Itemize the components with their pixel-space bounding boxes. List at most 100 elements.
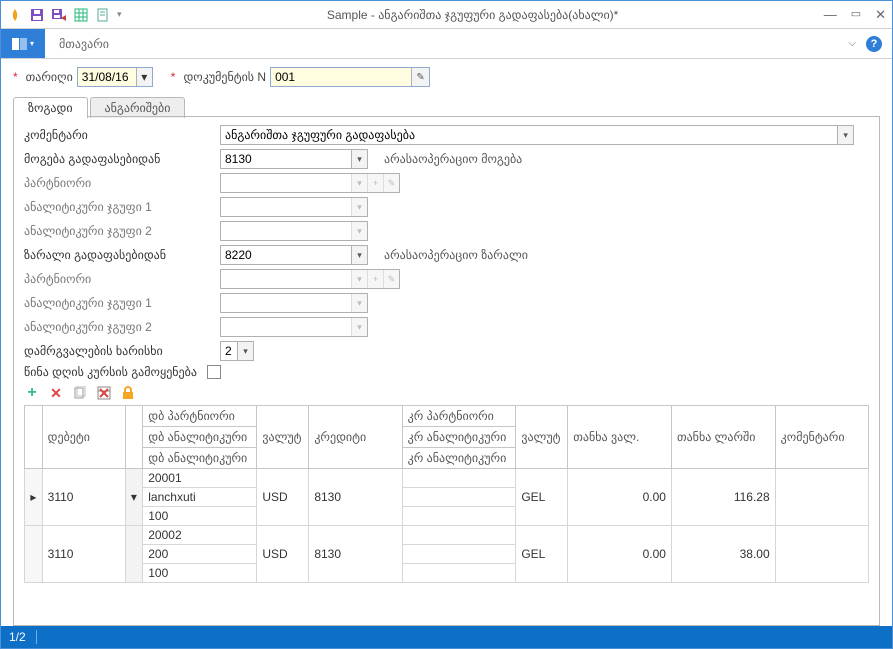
chevron-down-icon[interactable]: ▾ — [237, 342, 253, 360]
tab-accounts[interactable]: ანგარიშები — [90, 97, 186, 118]
round-input[interactable] — [221, 344, 237, 358]
ribbon-collapse-icon[interactable]: ⌵ — [848, 38, 856, 49]
date-label: თარიღი — [26, 70, 73, 84]
cell-cur2[interactable]: GEL — [516, 469, 568, 526]
cell-credit[interactable]: 8130 — [309, 469, 402, 526]
save-icon[interactable] — [29, 7, 45, 23]
chevron-down-icon: ▾ — [351, 174, 367, 192]
ribbon-bar: ▾ მთავარი ⌵ ? — [1, 29, 892, 59]
col-cr-an1[interactable]: კრ ანალიტიკური — [402, 427, 516, 448]
col-cr-an2[interactable]: კრ ანალიტიკური — [402, 448, 516, 469]
copy-row-icon[interactable] — [72, 385, 88, 401]
cell-cr-partner[interactable] — [402, 469, 516, 488]
cell-amount-gel[interactable]: 116.28 — [671, 469, 775, 526]
loss-account-field[interactable]: ▾ — [220, 245, 368, 265]
col-credit[interactable]: კრედიტი — [309, 406, 402, 469]
loss-account-input[interactable] — [221, 248, 351, 262]
cell-cur1[interactable]: USD — [257, 469, 309, 526]
lock-icon[interactable] — [120, 385, 136, 401]
ribbon-tab-main[interactable]: მთავარი — [45, 37, 123, 51]
cell-cr-an1[interactable] — [402, 488, 516, 507]
cell-cr-partner[interactable] — [402, 526, 516, 545]
minimize-button[interactable]: — — [824, 7, 837, 23]
col-selector — [25, 406, 43, 469]
partner2-label: პარტნიორი — [24, 272, 210, 286]
date-input[interactable] — [78, 70, 136, 84]
document-icon[interactable] — [95, 7, 111, 23]
wand-icon[interactable]: ✎ — [411, 68, 429, 86]
save-close-icon[interactable] — [51, 7, 67, 23]
chevron-down-icon[interactable]: ▾ — [351, 246, 367, 264]
prev-rate-checkbox[interactable] — [207, 365, 221, 379]
chevron-down-icon[interactable]: ▾ — [351, 150, 367, 168]
lines-grid[interactable]: დებეტი დბ პარტნიორი ვალუტ კრედიტი კრ პარ… — [24, 405, 869, 583]
cell-db-an1[interactable]: lanchxuti — [143, 488, 257, 507]
delete-row-icon[interactable]: ✕ — [48, 385, 64, 401]
table-row[interactable]: 3110 20002 USD 8130 GEL 0.00 38.00 — [25, 526, 869, 545]
cell-cur1[interactable]: USD — [257, 526, 309, 583]
close-button[interactable]: ✕ — [875, 7, 886, 23]
col-amount-fc[interactable]: თანხა ვალ. — [568, 406, 672, 469]
col-debit[interactable]: დებეტი — [42, 406, 125, 469]
cell-amount-fc[interactable]: 0.00 — [568, 469, 672, 526]
cell-comment[interactable] — [775, 526, 868, 583]
title-bar: ▾ Sample - ანგარიშთა ჯგუფური გადაფასება(… — [1, 1, 892, 29]
chevron-down-icon[interactable]: ▾ — [125, 469, 143, 526]
chevron-down-icon: ▾ — [351, 270, 367, 288]
table-row[interactable]: ▸ 3110 ▾ 20001 USD 8130 GEL 0.00 116.28 — [25, 469, 869, 488]
cell-debit[interactable]: 3110 — [42, 526, 125, 583]
prev-rate-label: წინა დღის კურსის გამოყენება — [24, 365, 197, 379]
cell-db-partner[interactable]: 20002 — [143, 526, 257, 545]
cell-cr-an1[interactable] — [402, 545, 516, 564]
date-field[interactable]: ▾ — [77, 67, 153, 87]
col-amount-gel[interactable]: თანხა ლარში — [671, 406, 775, 469]
chevron-down-icon: ▾ — [351, 222, 367, 240]
col-cur1[interactable]: ვალუტ — [257, 406, 309, 469]
cell-amount-fc[interactable]: 0.00 — [568, 526, 672, 583]
docn-field[interactable]: ✎ — [270, 67, 430, 87]
cell-db-an2[interactable]: 100 — [143, 564, 257, 583]
cell-db-partner[interactable]: 20001 — [143, 469, 257, 488]
cell-cr-an2[interactable] — [402, 507, 516, 526]
pane-switcher[interactable]: ▾ — [1, 29, 45, 58]
col-db-an2[interactable]: დბ ანალიტიკური — [143, 448, 257, 469]
cell-db-an2[interactable]: 100 — [143, 507, 257, 526]
maximize-button[interactable]: ▭ — [851, 7, 861, 23]
col-cr-partner[interactable]: კრ პარტნიორი — [402, 406, 516, 427]
chevron-down-icon: ▾ — [351, 198, 367, 216]
help-icon[interactable]: ? — [866, 36, 882, 52]
status-separator — [36, 630, 37, 644]
tab-panel-general: კომენტარი ▾ მოგება გადაფასებიდან ▾ არასა… — [13, 117, 880, 626]
profit-account-field[interactable]: ▾ — [220, 149, 368, 169]
cell-debit[interactable]: 3110 — [42, 469, 125, 526]
chevron-down-icon[interactable] — [125, 526, 143, 583]
chevron-down-icon[interactable]: ▾ — [837, 126, 853, 144]
col-cur2[interactable]: ვალუტ — [516, 406, 568, 469]
clear-grid-icon[interactable] — [96, 385, 112, 401]
col-db-an1[interactable]: დბ ანალიტიკური — [143, 427, 257, 448]
col-db-partner[interactable]: დბ პარტნიორი — [143, 406, 257, 427]
cell-credit[interactable]: 8130 — [309, 526, 402, 583]
grid-options-icon[interactable] — [73, 7, 89, 23]
col-comment[interactable]: კომენტარი — [775, 406, 868, 469]
cell-cur2[interactable]: GEL — [516, 526, 568, 583]
chevron-down-icon[interactable]: ▾ — [136, 68, 152, 86]
docn-input[interactable] — [271, 70, 411, 84]
round-field[interactable]: ▾ — [220, 341, 254, 361]
edit-icon: ✎ — [383, 270, 399, 288]
profit-label: მოგება გადაფასებიდან — [24, 152, 210, 166]
cell-cr-an2[interactable] — [402, 564, 516, 583]
add-row-icon[interactable]: + — [24, 385, 40, 401]
partner2-field: ▾ + ✎ — [220, 269, 400, 289]
required-marker: * — [171, 70, 176, 84]
cell-comment[interactable] — [775, 469, 868, 526]
cell-amount-gel[interactable]: 38.00 — [671, 526, 775, 583]
tab-general[interactable]: ზოგადი — [13, 97, 88, 118]
comment-field[interactable]: ▾ — [220, 125, 854, 145]
profit-account-desc: არასაოპერაციო მოგება — [384, 152, 522, 166]
angroup1-1-label: ანალიტიკური ჯგუფი 1 — [24, 200, 210, 214]
angroup1-1-input — [221, 200, 351, 214]
comment-input[interactable] — [221, 128, 837, 142]
profit-account-input[interactable] — [221, 152, 351, 166]
cell-db-an1[interactable]: 200 — [143, 545, 257, 564]
